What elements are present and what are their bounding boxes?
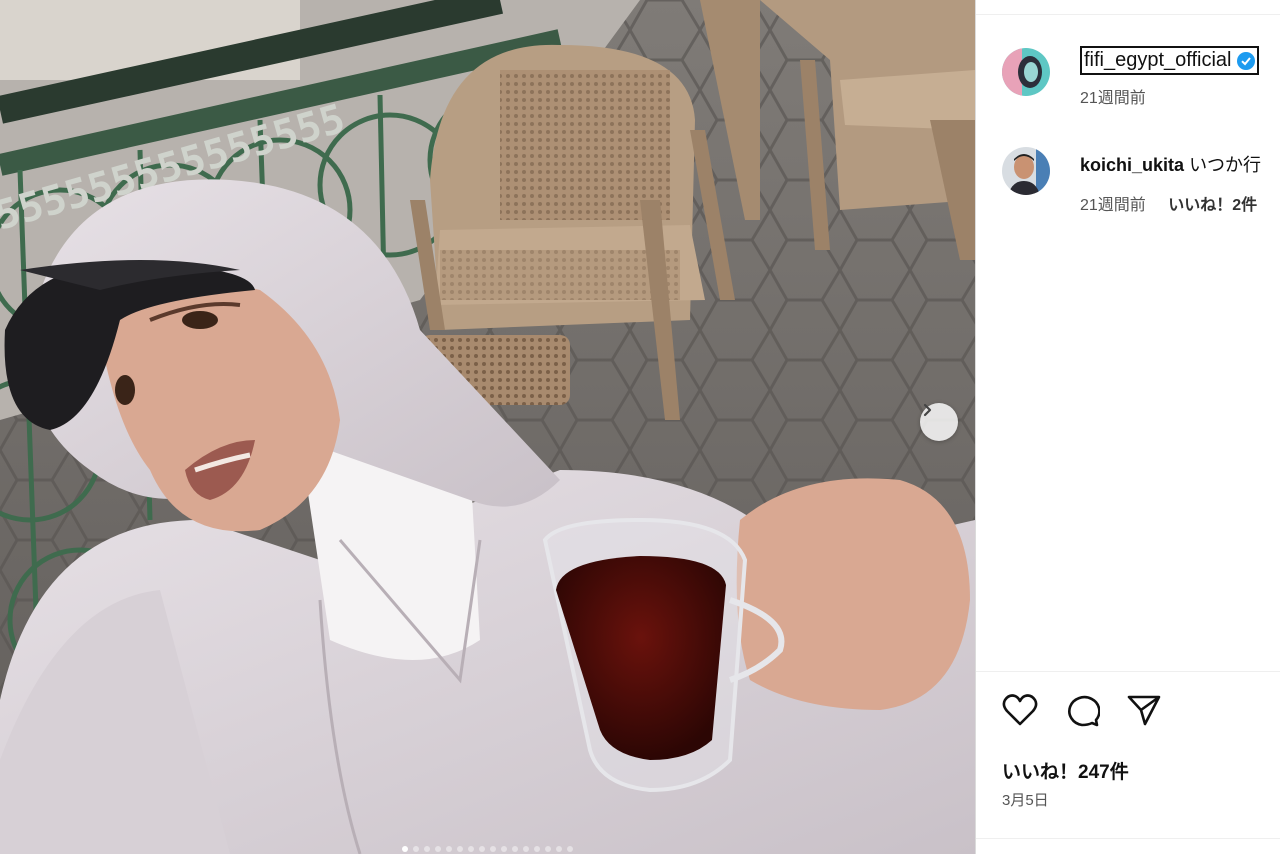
comment-item: koichi_ukita いつか行 21週間前 いいね！2件 — [1002, 147, 1261, 215]
carousel-dot — [512, 846, 518, 852]
post-actions — [1002, 693, 1162, 732]
comment-time: 21週間前 — [1080, 197, 1146, 214]
carousel-dot — [402, 846, 408, 852]
carousel-indicator — [0, 846, 975, 852]
carousel-dot — [413, 846, 419, 852]
selfie-image: 555555555555555 — [0, 0, 975, 854]
carousel-dot — [479, 846, 485, 852]
carousel-dot — [457, 846, 463, 852]
verified-badge-icon — [1236, 51, 1255, 70]
chevron-right-icon — [923, 403, 932, 417]
post-time: 21週間前 — [1080, 90, 1146, 107]
heart-icon — [1002, 694, 1038, 726]
comment-button[interactable] — [1064, 693, 1101, 732]
share-icon — [1127, 695, 1161, 726]
author-username: fifi_egypt_official — [1084, 49, 1232, 71]
post-photo[interactable]: 555555555555555 — [0, 0, 975, 854]
share-button[interactable] — [1126, 693, 1162, 732]
author-avatar[interactable] — [1002, 48, 1050, 96]
divider — [976, 838, 1280, 839]
comment-icon — [1068, 695, 1101, 727]
post-side-panel: fifi_egypt_official 21週間前 koichi_ukita い… — [975, 0, 1280, 854]
carousel-dot — [545, 846, 551, 852]
carousel-dot — [435, 846, 441, 852]
carousel-dot — [567, 846, 573, 852]
carousel-dot — [446, 846, 452, 852]
likes-count[interactable]: いいね！247件 — [1002, 757, 1129, 784]
post-author: fifi_egypt_official 21週間前 — [1002, 46, 1259, 108]
carousel-dot — [490, 846, 496, 852]
carousel-dot — [523, 846, 529, 852]
carousel-next-button[interactable] — [920, 403, 958, 441]
carousel-dot — [424, 846, 430, 852]
comment-likes[interactable]: いいね！2件 — [1168, 197, 1257, 214]
like-button[interactable] — [1002, 693, 1038, 732]
post-date: 3月5日 — [1002, 792, 1049, 809]
carousel-dot — [534, 846, 540, 852]
divider — [976, 14, 1280, 15]
divider — [976, 671, 1280, 672]
carousel-dot — [468, 846, 474, 852]
comment-text: いつか行 — [1189, 155, 1262, 175]
commenter-avatar[interactable] — [1002, 147, 1050, 195]
author-username-link[interactable]: fifi_egypt_official — [1080, 46, 1259, 75]
carousel-dot — [501, 846, 507, 852]
carousel-dot — [556, 846, 562, 852]
comment-username[interactable]: koichi_ukita — [1080, 155, 1184, 175]
